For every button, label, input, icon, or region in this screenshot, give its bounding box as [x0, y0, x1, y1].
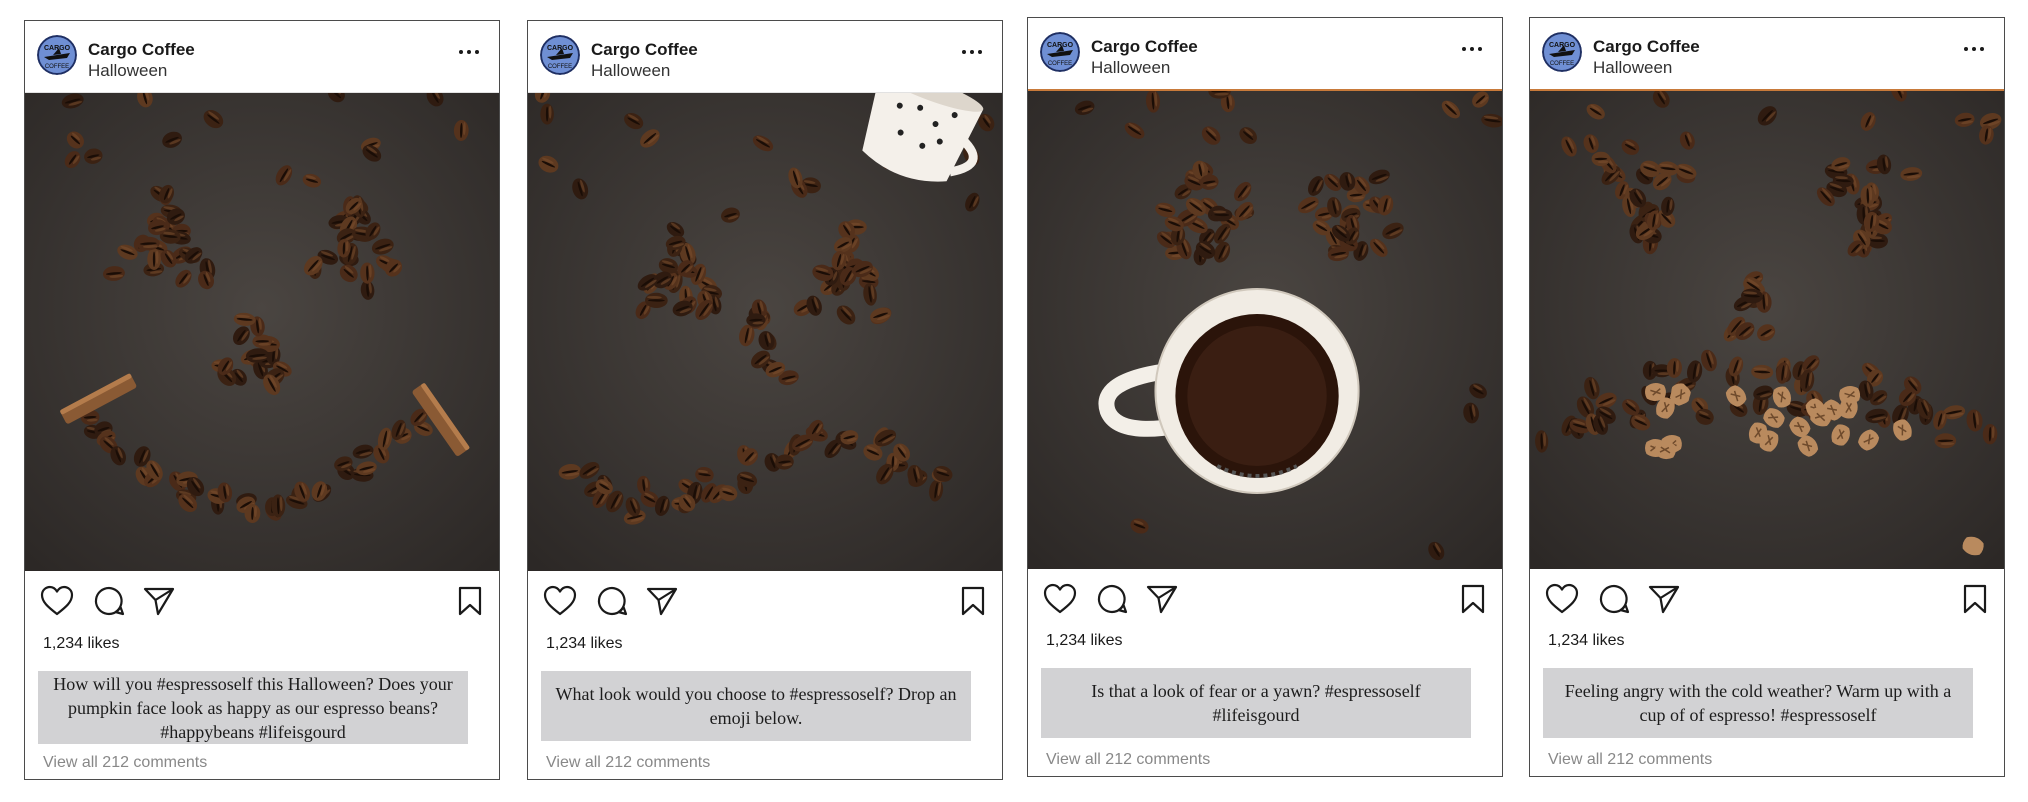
share-icon[interactable]	[143, 585, 175, 617]
share-icon[interactable]	[1146, 583, 1178, 615]
post-header: CARGO COFFEE Cargo Coffee Halloween	[25, 21, 499, 93]
caption-text: How will you #espressoself this Hallowee…	[53, 673, 453, 742]
caption-text: Feeling angry with the cold weather? War…	[1564, 681, 1952, 725]
more-options-icon[interactable]	[457, 45, 481, 59]
bookmark-icon[interactable]	[457, 586, 483, 616]
share-icon[interactable]	[646, 585, 678, 617]
post-actions	[1028, 569, 1502, 629]
account-name[interactable]: Cargo Coffee	[1091, 37, 1198, 57]
post-photo[interactable]	[25, 93, 499, 571]
account-name[interactable]: Cargo Coffee	[88, 40, 195, 60]
post-actions	[528, 571, 1002, 631]
avatar[interactable]: CARGO COFFEE	[37, 35, 77, 75]
post-photo[interactable]	[1530, 91, 2004, 569]
view-comments-link[interactable]: View all 212 comments	[546, 754, 710, 772]
svg-text:COFFEE: COFFEE	[45, 64, 69, 70]
account-name[interactable]: Cargo Coffee	[591, 40, 698, 60]
likes-count[interactable]: 1,234 likes	[546, 635, 623, 653]
avatar[interactable]: CARGO COFFEE	[1040, 32, 1080, 72]
post-card: CARGO COFFEE Cargo Coffee Halloween 1,234…	[1529, 17, 2005, 777]
post-caption: What look would you choose to #espressos…	[541, 671, 971, 741]
caption-text: What look would you choose to #espressos…	[555, 684, 957, 728]
post-photo[interactable]	[1028, 91, 1502, 569]
caption-text: Is that a look of fear or a yawn? #espre…	[1091, 681, 1421, 725]
post-header: CARGO COFFEE Cargo Coffee Halloween	[1028, 18, 1502, 91]
heart-icon[interactable]	[543, 585, 577, 617]
post-caption: Feeling angry with the cold weather? War…	[1543, 668, 1973, 738]
more-options-icon[interactable]	[1460, 42, 1484, 56]
view-comments-link[interactable]: View all 212 comments	[1046, 751, 1210, 769]
post-caption: How will you #espressoself this Hallowee…	[38, 671, 468, 744]
avatar[interactable]: CARGO COFFEE	[1542, 32, 1582, 72]
post-card: CARGO COFFEE Cargo Coffee Halloween 1,234…	[1027, 17, 1503, 777]
post-location[interactable]: Halloween	[591, 61, 670, 81]
post-card: CARGO COFFEE Cargo Coffee Halloween 1,234…	[24, 20, 500, 780]
view-comments-link[interactable]: View all 212 comments	[1548, 751, 1712, 769]
heart-icon[interactable]	[1545, 583, 1579, 615]
more-options-icon[interactable]	[1962, 42, 1986, 56]
post-actions	[25, 571, 499, 631]
heart-icon[interactable]	[1043, 583, 1077, 615]
post-location[interactable]: Halloween	[1593, 58, 1672, 78]
svg-text:COFFEE: COFFEE	[1550, 61, 1574, 67]
comment-icon[interactable]	[596, 585, 628, 617]
bookmark-icon[interactable]	[1962, 584, 1988, 614]
account-name[interactable]: Cargo Coffee	[1593, 37, 1700, 57]
post-caption: Is that a look of fear or a yawn? #espre…	[1041, 668, 1471, 738]
post-header: CARGO COFFEE Cargo Coffee Halloween	[1530, 18, 2004, 91]
comment-icon[interactable]	[1598, 583, 1630, 615]
comment-icon[interactable]	[1096, 583, 1128, 615]
post-photo[interactable]	[528, 93, 1002, 571]
bookmark-icon[interactable]	[960, 586, 986, 616]
likes-count[interactable]: 1,234 likes	[1046, 632, 1123, 650]
share-icon[interactable]	[1648, 583, 1680, 615]
more-options-icon[interactable]	[960, 45, 984, 59]
likes-count[interactable]: 1,234 likes	[1548, 632, 1625, 650]
post-card: CARGO COFFEE Cargo Coffee Halloween 1,234…	[527, 20, 1003, 780]
svg-text:COFFEE: COFFEE	[548, 64, 572, 70]
post-actions	[1530, 569, 2004, 629]
post-header: CARGO COFFEE Cargo Coffee Halloween	[528, 21, 1002, 93]
view-comments-link[interactable]: View all 212 comments	[43, 754, 207, 772]
post-location[interactable]: Halloween	[1091, 58, 1170, 78]
likes-count[interactable]: 1,234 likes	[43, 635, 120, 653]
svg-text:COFFEE: COFFEE	[1048, 61, 1072, 67]
bookmark-icon[interactable]	[1460, 584, 1486, 614]
avatar[interactable]: CARGO COFFEE	[540, 35, 580, 75]
heart-icon[interactable]	[40, 585, 74, 617]
post-location[interactable]: Halloween	[88, 61, 167, 81]
comment-icon[interactable]	[93, 585, 125, 617]
